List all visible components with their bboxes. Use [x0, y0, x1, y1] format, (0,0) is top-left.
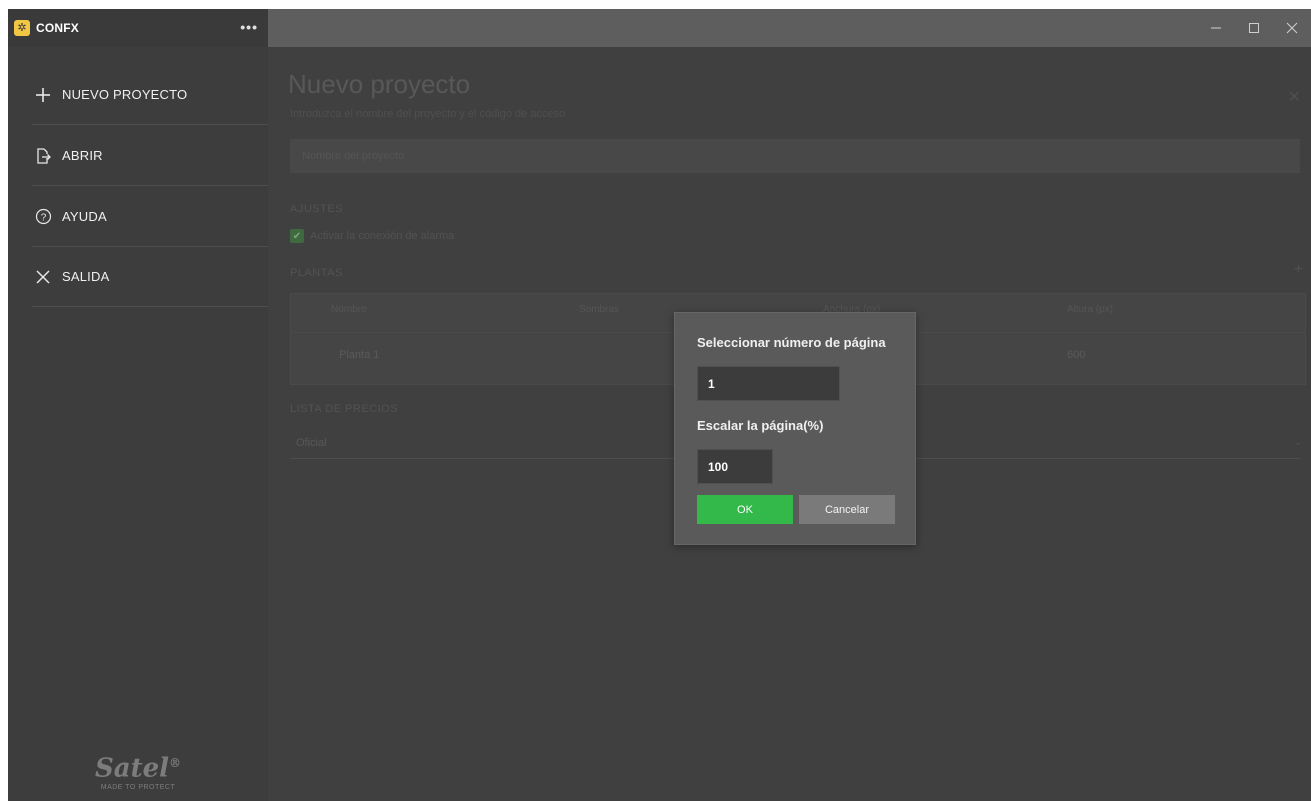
satel-logo: Satel® MADE TO PROTECT — [8, 749, 268, 791]
brand-name: Satel® — [8, 749, 268, 783]
scale-page-label: Escalar la página(%) — [697, 418, 824, 433]
minimize-button[interactable] — [1197, 9, 1235, 47]
svg-text:?: ? — [40, 212, 46, 223]
ok-button[interactable]: OK — [697, 495, 793, 524]
alarm-connection-checkbox[interactable]: ✔ Activar la conexión de alarma — [290, 229, 454, 243]
close-window-button[interactable] — [1273, 9, 1311, 47]
maximize-icon — [1249, 23, 1259, 33]
help-icon: ? — [32, 206, 54, 228]
plus-icon — [32, 84, 54, 106]
close-window-icon — [1286, 22, 1298, 34]
page-number-label: Seleccionar número de página — [697, 335, 886, 350]
more-options-icon[interactable]: ••• — [240, 19, 258, 35]
scale-page-input[interactable] — [697, 449, 773, 484]
page-number-input[interactable] — [697, 366, 840, 401]
checkmark-icon: ✔ — [290, 229, 304, 243]
table-header: Nombre — [331, 304, 367, 315]
sidebar-item-label: SALIDA — [62, 269, 110, 284]
brand-tagline: MADE TO PROTECT — [100, 783, 176, 791]
window-controls — [1197, 9, 1311, 47]
app-logo-icon: ✲ — [14, 20, 30, 36]
checkbox-label: Activar la conexión de alarma — [310, 230, 455, 242]
cancel-button[interactable]: Cancelar — [799, 495, 895, 524]
section-plantas-title: PLANTAS — [290, 267, 343, 279]
sidebar-item-salida[interactable]: SALIDA — [32, 247, 268, 307]
page-select-dialog: Seleccionar número de página Escalar la … — [674, 312, 916, 545]
page-title: Nuevo proyecto — [288, 69, 471, 99]
app-window: ✲ CONFX ••• NUEVO PROYECTO ABRIR ? AYUDA… — [8, 9, 1311, 801]
sidebar-item-label: NUEVO PROYECTO — [62, 87, 188, 102]
open-file-icon — [32, 145, 54, 167]
section-ajustes-title: AJUSTES — [290, 203, 344, 215]
page-subtitle: Introduzca el nombre del proyecto y el c… — [290, 108, 566, 120]
floor-name-cell: Planta 1 — [339, 349, 380, 361]
maximize-button[interactable] — [1235, 9, 1273, 47]
project-name-input[interactable]: Nombre del proyecto — [290, 139, 1300, 173]
sidebar-item-nuevo-proyecto[interactable]: NUEVO PROYECTO — [32, 65, 268, 125]
brand-mark: ® — [169, 756, 182, 770]
add-floor-icon[interactable]: + — [1294, 261, 1303, 279]
brand-text: Satel — [94, 753, 170, 784]
table-header: Sombras — [579, 304, 620, 315]
title-bar-brand: ✲ CONFX ••• — [8, 9, 268, 47]
sidebar-item-label: ABRIR — [62, 148, 103, 163]
app-title: CONFX — [36, 21, 79, 35]
floor-height-cell: 600 — [1067, 349, 1086, 361]
sidebar-item-abrir[interactable]: ABRIR — [32, 126, 268, 186]
close-panel-icon[interactable]: ✕ — [1288, 87, 1301, 107]
section-lista-title: LISTA DE PRECIOS — [290, 403, 399, 415]
table-header: Altura (px) — [1067, 304, 1114, 315]
title-bar: ✲ CONFX ••• — [8, 9, 1311, 47]
sidebar-item-ayuda[interactable]: ? AYUDA — [32, 187, 268, 247]
sidebar-item-label: AYUDA — [62, 209, 107, 224]
minimize-icon — [1211, 27, 1221, 29]
close-icon — [32, 266, 54, 288]
chevron-down-icon: ⌄ — [1293, 436, 1303, 448]
sidebar: NUEVO PROYECTO ABRIR ? AYUDA SALIDA Sate… — [8, 47, 268, 801]
